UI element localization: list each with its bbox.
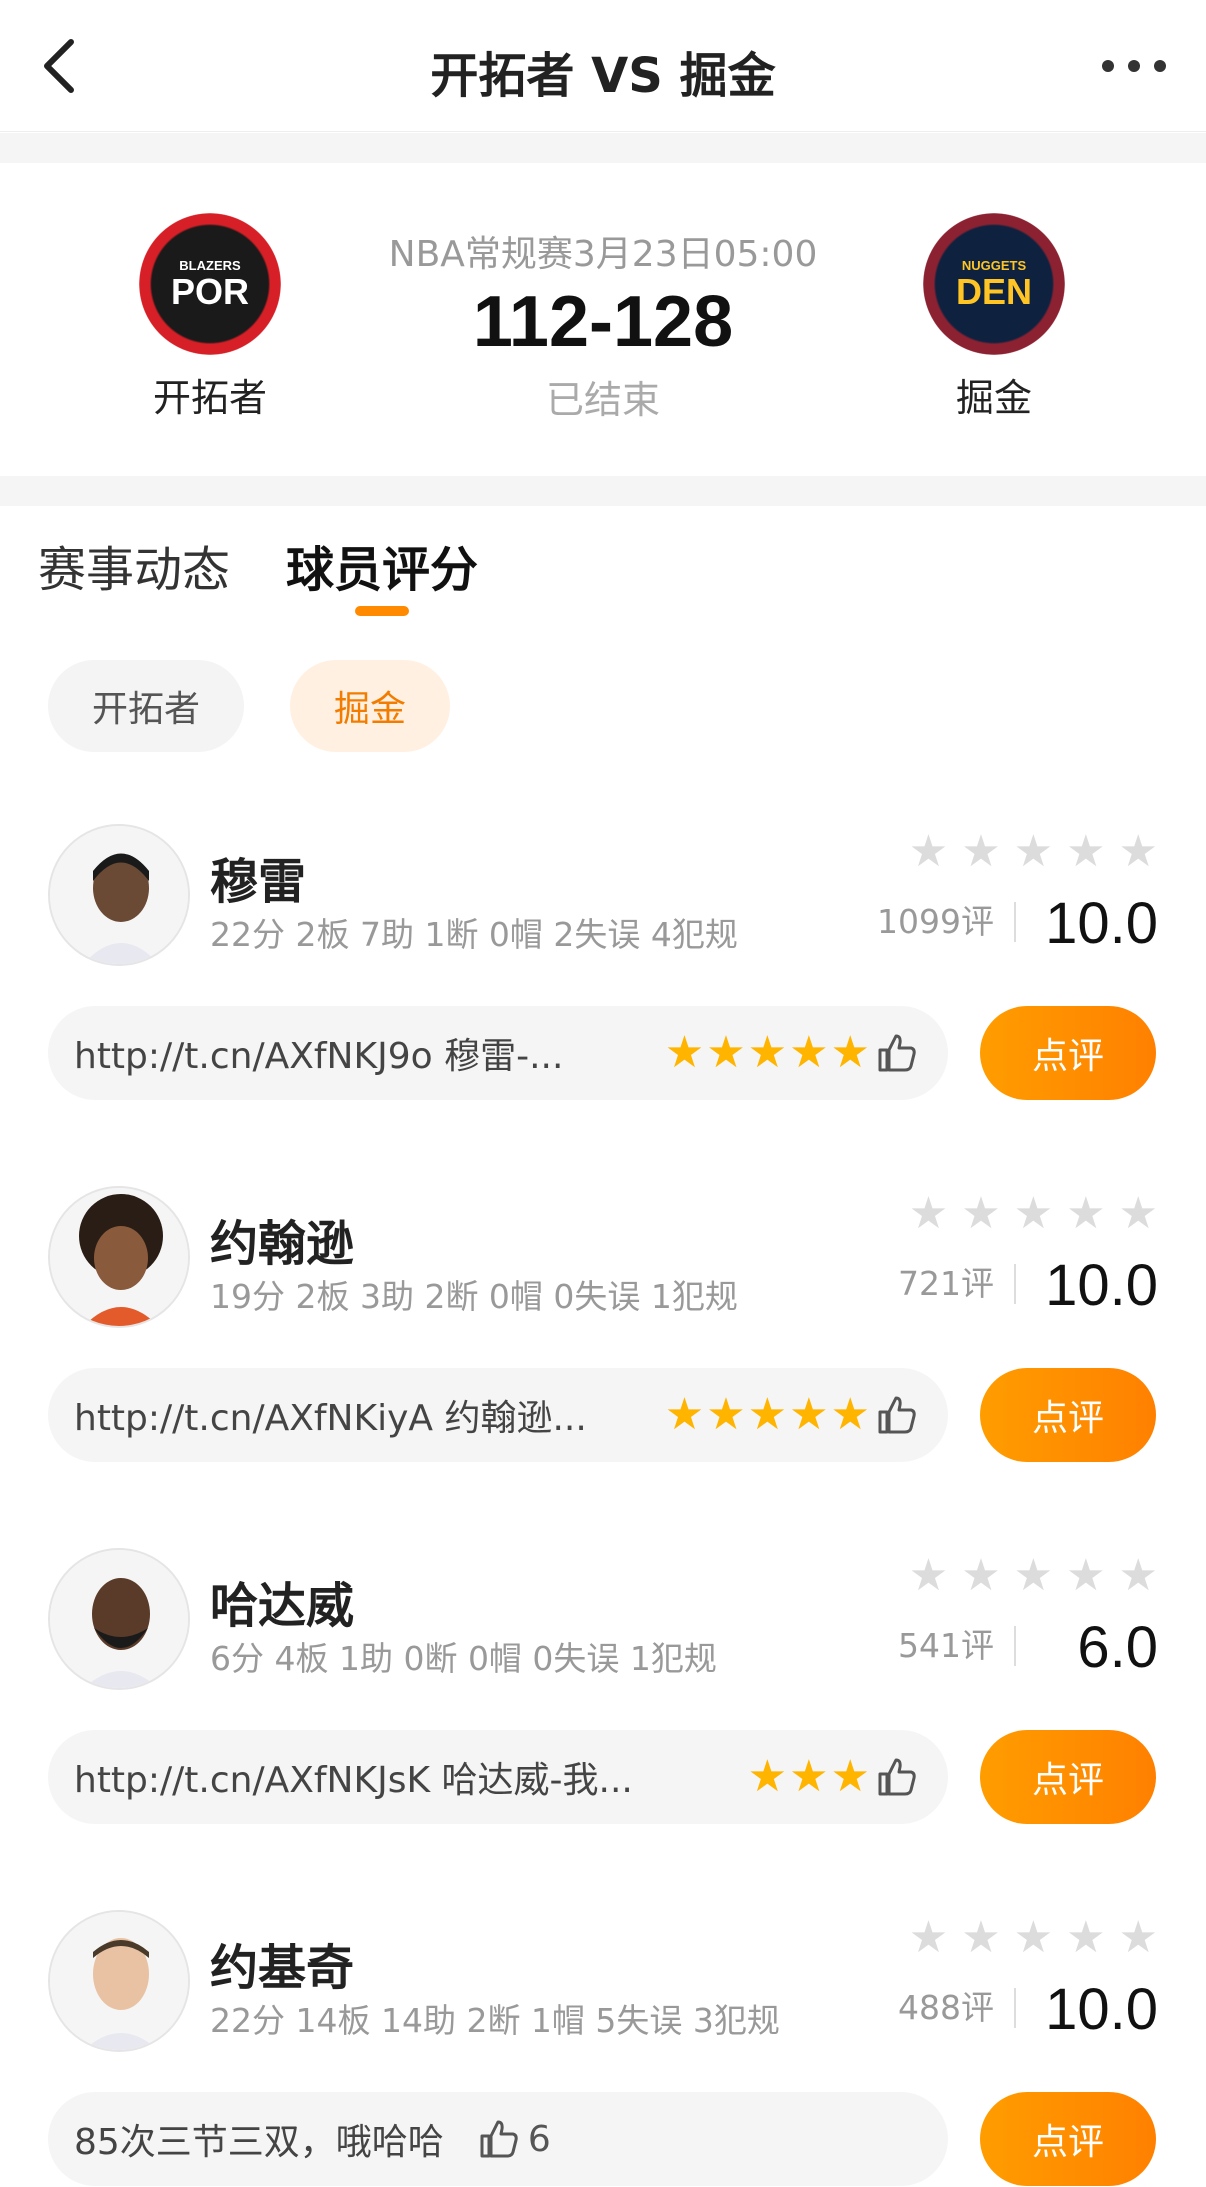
vote-count: 721评 [898, 1264, 1016, 1304]
vote-count: 541评 [898, 1626, 1016, 1666]
top-comment[interactable]: http://t.cn/AXfNKJ9o 穆雷-... ★ ★ ★ ★ ★ [48, 1006, 948, 1100]
home-team-name: 开拓者 [152, 376, 267, 420]
star-icon[interactable]: ★ [909, 1192, 948, 1236]
star-icon[interactable]: ★ [909, 1554, 948, 1598]
player-row: 约翰逊 19分 2板 3助 2断 0帽 0失误 1犯规 ★ ★ ★ ★ ★ 721评 1… [0, 1182, 1206, 1544]
review-button[interactable]: 点评 [980, 1368, 1156, 1462]
player-name: 约翰逊 [210, 1216, 355, 1272]
player-avatar[interactable] [48, 1910, 190, 2052]
player-avatar[interactable] [48, 1186, 190, 1328]
star-icon[interactable]: ★ [1066, 1192, 1105, 1236]
star-icon[interactable]: ★ [1066, 1554, 1105, 1598]
rate-stars[interactable]: ★ ★ ★ ★ ★ [909, 1916, 1158, 1960]
comment-text: http://t.cn/AXfNKiyA 约翰逊... [74, 1398, 587, 1439]
player-rating: 6.0 [1077, 1615, 1158, 1680]
review-button[interactable]: 点评 [980, 1006, 1156, 1100]
star-icon[interactable]: ★ [1014, 1554, 1053, 1598]
player-name: 哈达威 [210, 1578, 355, 1634]
star-icon[interactable]: ★ [1066, 1916, 1105, 1960]
thumb-up-icon[interactable] [478, 2118, 520, 2160]
top-bar: 开拓者 VS 掘金 [0, 0, 1206, 132]
player-rating: 10.0 [1045, 891, 1158, 956]
player-stats: 19分 2板 3助 2断 0帽 0失误 1犯规 [210, 1277, 738, 1316]
match-meta: NBA常规赛3月23日05:00 [388, 234, 818, 275]
star-icon[interactable]: ★ [1014, 1192, 1053, 1236]
review-button[interactable]: 点评 [980, 2092, 1156, 2186]
comment-text: http://t.cn/AXfNKJ9o 穆雷-... [74, 1036, 564, 1077]
match-center: NBA常规赛3月23日05:00 112-128 已结束 [350, 225, 856, 424]
star-icon[interactable]: ★ [1066, 830, 1105, 874]
away-team-name: 掘金 [955, 376, 1032, 420]
star-icon[interactable]: ★ [1014, 830, 1053, 874]
player-name: 约基奇 [210, 1940, 355, 1996]
star-icon[interactable]: ★ [909, 830, 948, 874]
rate-stars[interactable]: ★ ★ ★ ★ ★ [909, 1554, 1158, 1598]
player-stats: 6分 4板 1助 0断 0帽 0失误 1犯规 [210, 1639, 717, 1678]
star-icon[interactable]: ★ [1119, 1554, 1158, 1598]
thumb-up-icon[interactable] [876, 1394, 918, 1436]
player-list: 穆雷 22分 2板 7助 1断 0帽 2失误 4犯规 ★ ★ ★ ★ ★ 1099评 1… [0, 820, 1206, 2187]
player-stats: 22分 14板 14助 2断 1帽 5失误 3犯规 [210, 2001, 780, 2040]
player-avatar[interactable] [48, 824, 190, 966]
star-icon[interactable]: ★ [1119, 830, 1158, 874]
vote-count: 488评 [898, 1988, 1016, 2028]
match-card: BLAZERS POR 开拓者 NBA常规赛3月23日05:00 112-128… [0, 163, 1206, 476]
player-avatar[interactable] [48, 1548, 190, 1690]
filter-chip-blazers[interactable]: 开拓者 [48, 660, 245, 752]
player-stats: 22分 2板 7助 1断 0帽 2失误 4犯规 [210, 915, 738, 954]
player-row: 穆雷 22分 2板 7助 1断 0帽 2失误 4犯规 ★ ★ ★ ★ ★ 1099评 1… [0, 820, 1206, 1182]
thumb-up-icon[interactable] [876, 1756, 918, 1798]
player-row: 哈达威 6分 4板 1助 0断 0帽 0失误 1犯规 ★ ★ ★ ★ ★ 541评 6.… [0, 1544, 1206, 1906]
top-comment[interactable]: http://t.cn/AXfNKJsK 哈达威-我... ★ ★ ★ [48, 1730, 948, 1824]
nuggets-logo: NUGGETS DEN [923, 213, 1065, 355]
star-icon[interactable]: ★ [1119, 1192, 1158, 1236]
rate-stars[interactable]: ★ ★ ★ ★ ★ [909, 1192, 1158, 1236]
comment-text: http://t.cn/AXfNKJsK 哈达威-我... [74, 1760, 633, 1801]
star-icon[interactable]: ★ [1014, 1916, 1053, 1960]
top-comment[interactable]: http://t.cn/AXfNKiyA 约翰逊... ★ ★ ★ ★ ★ [48, 1368, 948, 1462]
star-icon[interactable]: ★ [1119, 1916, 1158, 1960]
player-rating: 10.0 [1045, 1977, 1158, 2042]
home-team[interactable]: BLAZERS POR 开拓者 [110, 213, 310, 422]
match-score: 112-128 [472, 282, 734, 362]
section-divider [0, 476, 1206, 506]
star-icon[interactable]: ★ [961, 1916, 1000, 1960]
comment-stars: ★ ★ ★ [747, 1751, 870, 1802]
top-comment[interactable]: 85次三节三双，哦哈哈 6 [48, 2092, 948, 2186]
comment-stars: ★ ★ ★ ★ ★ [664, 1027, 870, 1078]
away-team[interactable]: NUGGETS DEN 掘金 [894, 213, 1094, 422]
tab-match-events[interactable]: 赛事动态 [38, 530, 230, 620]
comment-stars: ★ ★ ★ ★ ★ [664, 1389, 870, 1440]
blazers-logo: BLAZERS POR [139, 213, 281, 355]
player-rating: 10.0 [1045, 1253, 1158, 1318]
tab-player-ratings[interactable]: 球员评分 [286, 530, 478, 620]
active-tab-indicator [355, 606, 410, 616]
team-filter: 开拓者 掘金 [48, 660, 451, 752]
page-title: 开拓者 VS 掘金 [430, 48, 776, 104]
vote-count: 1099评 [877, 902, 1016, 942]
section-divider [0, 133, 1206, 163]
player-name: 穆雷 [210, 854, 307, 910]
review-button[interactable]: 点评 [980, 1730, 1156, 1824]
player-row: 约基奇 22分 14板 14助 2断 1帽 5失误 3犯规 ★ ★ ★ ★ ★ 488评… [0, 1906, 1206, 2187]
star-icon[interactable]: ★ [961, 830, 1000, 874]
thumb-up-icon[interactable] [876, 1032, 918, 1074]
star-icon[interactable]: ★ [961, 1192, 1000, 1236]
comment-text: 85次三节三双，哦哈哈 [74, 2122, 444, 2163]
match-status: 已结束 [545, 378, 660, 422]
tab-bar: 赛事动态 球员评分 [38, 530, 478, 620]
like-count: 6 [527, 2118, 551, 2160]
rate-stars[interactable]: ★ ★ ★ ★ ★ [909, 830, 1158, 874]
star-icon[interactable]: ★ [961, 1554, 1000, 1598]
more-options-icon[interactable] [1102, 46, 1166, 86]
filter-chip-nuggets[interactable]: 掘金 [290, 660, 451, 752]
star-icon[interactable]: ★ [909, 1916, 948, 1960]
